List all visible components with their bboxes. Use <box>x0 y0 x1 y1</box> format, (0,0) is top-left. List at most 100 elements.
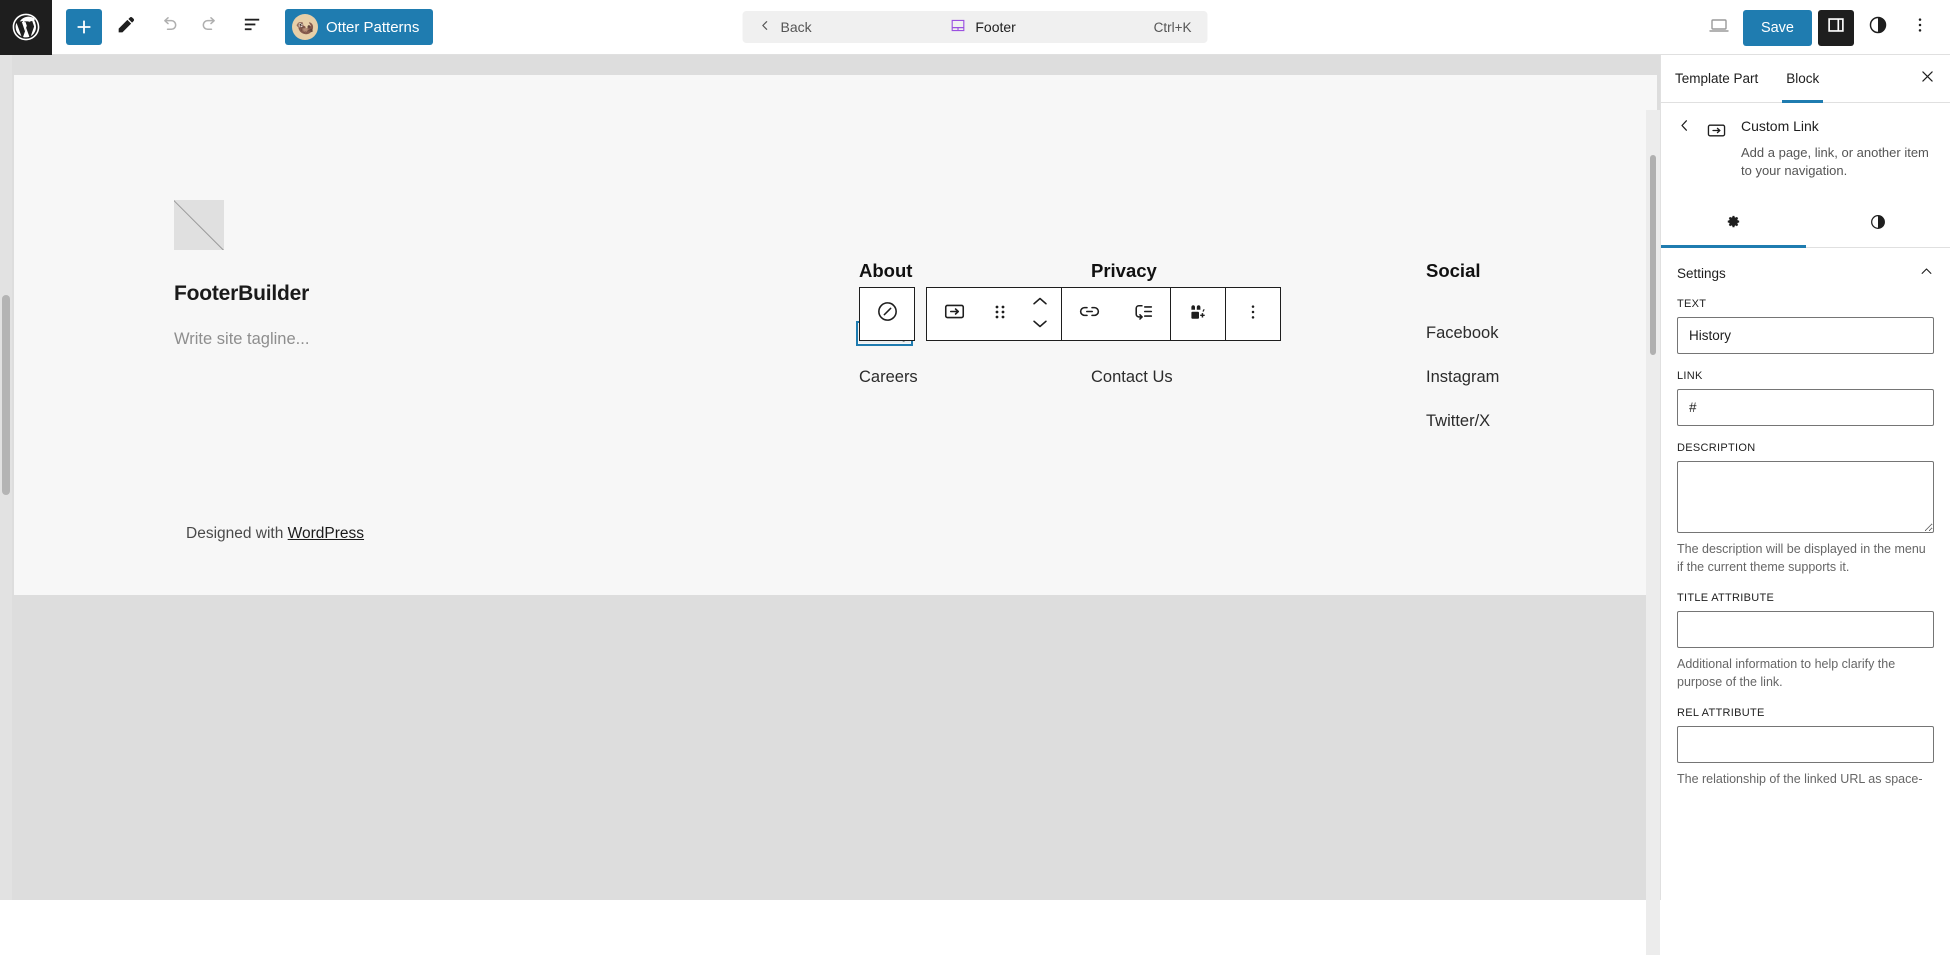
more-options-icon <box>1910 15 1930 40</box>
canvas-scrollbar-thumb[interactable] <box>2 295 10 495</box>
description-field-group: DESCRIPTION The description will be disp… <box>1661 442 1950 576</box>
block-card-back-button[interactable] <box>1673 117 1695 139</box>
sidebar-scrollbar[interactable] <box>1646 110 1660 955</box>
nav-link-contact[interactable]: Contact Us <box>1091 368 1173 387</box>
contrast-half-circle-icon <box>1868 212 1888 237</box>
sidebar-scrollbar-thumb[interactable] <box>1650 155 1656 355</box>
custom-link-icon <box>942 299 967 329</box>
site-title[interactable]: FooterBuilder <box>174 282 309 306</box>
rel-attribute-help-text: The relationship of the linked URL as sp… <box>1677 770 1934 788</box>
editor-canvas[interactable]: FooterBuilder Write site tagline... Desi… <box>14 75 1657 595</box>
back-label: Back <box>781 19 812 35</box>
site-logo-placeholder-icon[interactable] <box>174 200 224 250</box>
document-title-label: Footer <box>975 19 1015 35</box>
canvas-scrollbar[interactable] <box>0 55 12 900</box>
device-preview-button[interactable] <box>1701 10 1737 46</box>
sidebar-tabs: Template Part Block <box>1661 55 1950 103</box>
otter-patterns-button[interactable]: 🦦 Otter Patterns <box>285 9 433 45</box>
styles-contrast-icon <box>1867 14 1889 41</box>
more-options-button[interactable] <box>1902 10 1938 46</box>
column-heading-privacy[interactable]: Privacy <box>1091 260 1251 282</box>
device-preview-icon <box>1707 13 1731 42</box>
link-field-label: LINK <box>1677 370 1934 382</box>
editor-top-bar: 🦦 Otter Patterns Back Footer Ctrl+K <box>0 0 1950 55</box>
link-input[interactable] <box>1677 389 1934 426</box>
wordpress-credit-link[interactable]: WordPress <box>288 525 364 542</box>
site-credit: Designed with WordPress <box>186 525 364 543</box>
redo-button[interactable] <box>192 9 228 45</box>
link-icon <box>1077 299 1102 329</box>
chevron-up-icon <box>1031 294 1049 312</box>
command-center-bar[interactable]: Back Footer Ctrl+K <box>743 11 1208 43</box>
block-toolbar <box>859 287 1281 341</box>
media-button[interactable] <box>1171 288 1225 340</box>
description-field-label: DESCRIPTION <box>1677 442 1934 454</box>
title-attribute-label: TITLE ATTRIBUTE <box>1677 592 1934 604</box>
save-button[interactable]: Save <box>1743 10 1812 46</box>
move-updown-control[interactable] <box>1019 288 1061 340</box>
text-input[interactable] <box>1677 317 1934 354</box>
add-block-button[interactable] <box>66 9 102 45</box>
block-type-custom-link-button[interactable] <box>927 288 981 340</box>
settings-panel-header[interactable]: Settings <box>1661 248 1950 298</box>
styles-button[interactable] <box>1860 10 1896 46</box>
block-toolbar-parent-group <box>859 287 915 341</box>
drag-dots-icon <box>992 302 1008 327</box>
settings-sidebar-toggle[interactable] <box>1818 10 1854 46</box>
list-view-button[interactable] <box>234 9 270 45</box>
close-sidebar-button[interactable] <box>1914 66 1940 92</box>
column-heading-about[interactable]: About <box>859 260 918 282</box>
pencil-icon <box>115 14 137 41</box>
undo-button[interactable] <box>150 9 186 45</box>
styles-tab[interactable] <box>1806 203 1950 247</box>
chevron-up-icon[interactable] <box>1919 264 1934 284</box>
tab-template-part[interactable]: Template Part <box>1661 55 1772 103</box>
footer-brand-column: FooterBuilder Write site tagline... <box>174 200 309 349</box>
custom-link-icon <box>1703 117 1729 143</box>
settings-panel-title: Settings <box>1677 266 1726 281</box>
document-title[interactable]: Footer <box>949 17 1015 37</box>
rel-attribute-input[interactable] <box>1677 726 1934 763</box>
wordpress-logo-icon <box>10 11 42 43</box>
block-card-title: Custom Link <box>1741 117 1934 136</box>
column-heading-social[interactable]: Social <box>1426 260 1499 282</box>
add-submenu-button[interactable] <box>1116 288 1170 340</box>
block-card-description: Add a page, link, or another item to you… <box>1741 144 1934 181</box>
title-attribute-help-text: Additional information to help clarify t… <box>1677 655 1934 691</box>
template-part-icon <box>949 17 966 37</box>
settings-tab[interactable] <box>1661 203 1806 247</box>
rel-attribute-field-group: REL ATTRIBUTE The relationship of the li… <box>1661 707 1950 788</box>
navigation-compass-icon <box>875 299 900 329</box>
parent-navigation-block-button[interactable] <box>860 288 914 340</box>
description-help-text: The description will be displayed in the… <box>1677 540 1934 576</box>
inspector-tabs <box>1661 203 1950 248</box>
block-more-options-button[interactable] <box>1226 288 1280 340</box>
chevron-down-icon <box>1031 316 1049 334</box>
vertical-dots-icon <box>1243 301 1263 328</box>
description-textarea[interactable] <box>1677 461 1934 533</box>
command-shortcut-label: Ctrl+K <box>1154 20 1192 35</box>
nav-link-careers[interactable]: Careers <box>859 368 918 387</box>
back-button[interactable]: Back <box>759 19 812 35</box>
footer-template-part: FooterBuilder Write site tagline... Desi… <box>14 75 1657 595</box>
block-card-text: Custom Link Add a page, link, or another… <box>1737 117 1934 181</box>
title-attribute-input[interactable] <box>1677 611 1934 648</box>
wordpress-logo-button[interactable] <box>0 0 52 55</box>
rel-attribute-label: REL ATTRIBUTE <box>1677 707 1934 719</box>
editor-body: FooterBuilder Write site tagline... Desi… <box>0 55 1950 900</box>
redo-arrow-icon <box>199 13 222 41</box>
media-icon <box>1186 300 1210 329</box>
otter-patterns-label: Otter Patterns <box>326 19 419 36</box>
nav-link-twitter-x[interactable]: Twitter/X <box>1426 412 1490 431</box>
nav-link-facebook[interactable]: Facebook <box>1426 324 1498 343</box>
title-attribute-field-group: TITLE ATTRIBUTE Additional information t… <box>1661 592 1950 691</box>
tab-block[interactable]: Block <box>1772 55 1833 103</box>
edit-mode-button[interactable] <box>108 9 144 45</box>
chevron-left-icon <box>1677 118 1692 138</box>
site-tagline-placeholder[interactable]: Write site tagline... <box>174 330 309 349</box>
nav-link-instagram[interactable]: Instagram <box>1426 368 1499 387</box>
block-info-card: Custom Link Add a page, link, or another… <box>1661 103 1950 181</box>
link-button[interactable] <box>1062 288 1116 340</box>
drag-handle[interactable] <box>981 288 1019 340</box>
undo-arrow-icon <box>157 13 180 41</box>
